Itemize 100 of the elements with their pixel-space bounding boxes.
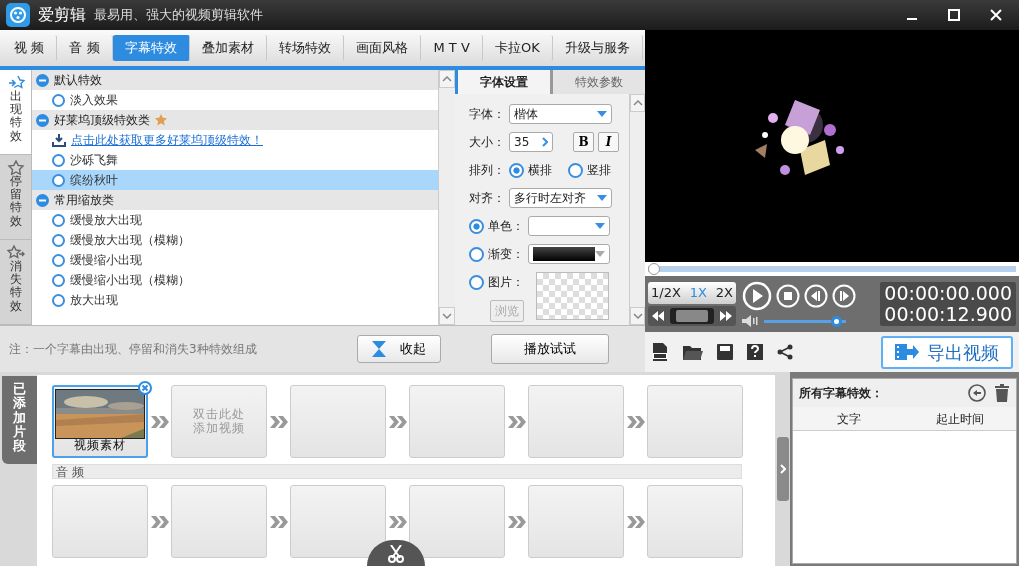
hourglass-icon (372, 341, 386, 357)
effect-option[interactable]: 放大出现 (32, 290, 438, 310)
tab[interactable]: 卡拉OK (482, 35, 553, 61)
group-header[interactable]: 好莱坞顶级特效类 (32, 110, 438, 130)
effect-option[interactable]: 缤纷秋叶 (32, 170, 438, 190)
empty-clip-slot[interactable] (647, 485, 743, 558)
tab[interactable]: 视 频 (2, 35, 58, 61)
download-link[interactable]: 点击此处获取更多好莱坞顶级特效！ (71, 131, 263, 149)
effect-option[interactable]: 缓慢缩小出现（模糊） (32, 270, 438, 290)
empty-clip-slot[interactable] (171, 485, 267, 558)
maximize-icon[interactable] (947, 8, 961, 22)
font-dropdown[interactable]: 楷体 (509, 104, 612, 124)
expand-panel-handle[interactable] (776, 437, 789, 501)
chevron-arrow-icon (388, 415, 407, 428)
back-icon[interactable] (968, 384, 986, 402)
volume-handle[interactable] (831, 315, 843, 327)
field-label: 字体： (469, 106, 505, 123)
remove-icon[interactable] (138, 381, 152, 395)
download-icon[interactable] (52, 133, 66, 147)
next-frame-icon[interactable] (832, 284, 856, 308)
field-label: 对齐： (469, 190, 505, 207)
collapse-icon[interactable] (36, 193, 49, 207)
gradient-dropdown[interactable] (528, 244, 610, 264)
italic-button[interactable]: I (598, 132, 619, 152)
previous-frame-icon[interactable] (804, 284, 828, 308)
chevron-arrow-icon (150, 415, 169, 428)
collapse-button[interactable]: 收起 (357, 335, 441, 363)
radio-button[interactable] (509, 162, 524, 178)
radio-label: 渐变： (488, 246, 524, 263)
play-preview-button[interactable]: 播放试试 (491, 334, 609, 364)
tab[interactable]: 音 频 (57, 35, 113, 61)
chevron-arrow-icon (269, 415, 288, 428)
radio-button[interactable] (568, 162, 583, 178)
color-dropdown[interactable] (528, 216, 610, 236)
dropdown-caret-icon (597, 111, 607, 117)
scroll-down-icon[interactable] (632, 313, 643, 319)
empty-clip-slot[interactable] (647, 385, 743, 458)
group-header[interactable]: 常用缩放类 (32, 190, 438, 210)
radio-label: 图片： (488, 274, 524, 291)
save-icon[interactable] (717, 344, 733, 360)
effect-option[interactable]: 缓慢缩小出现 (32, 250, 438, 270)
collapse-icon[interactable] (36, 73, 49, 87)
settings-tab[interactable]: 字体设置 (455, 70, 550, 94)
stop-icon[interactable] (776, 284, 800, 308)
empty-clip-slot[interactable] (409, 485, 505, 558)
field-label: 大小： (469, 134, 505, 151)
effect-option[interactable]: 淡入效果 (32, 90, 438, 110)
speed-option[interactable]: 1/2X (651, 282, 681, 304)
empty-clip-slot[interactable] (290, 485, 386, 558)
help-icon[interactable] (747, 344, 763, 360)
clips-tab[interactable]: 已添加片段 (2, 376, 37, 464)
progress-track[interactable] (648, 263, 1016, 275)
empty-clip-slot[interactable] (52, 485, 148, 558)
column-header[interactable]: 起止时间 (904, 409, 1016, 428)
empty-clip-slot[interactable] (528, 485, 624, 558)
new-file-icon[interactable] (651, 343, 669, 361)
tab[interactable]: 字幕特效 (112, 35, 190, 61)
empty-clip-slot[interactable] (528, 385, 624, 458)
column-header[interactable]: 文字 (793, 409, 905, 428)
effect-option[interactable]: 沙砾飞舞 (32, 150, 438, 170)
settings-tab[interactable]: 特效参数 (550, 70, 645, 94)
note-text: 注：一个字幕由出现、停留和消失3种特效组成 (9, 341, 257, 358)
folder-icon[interactable] (683, 344, 703, 360)
tab[interactable]: 画面风格 (344, 35, 422, 61)
rewind-icon[interactable] (652, 310, 664, 321)
close-icon[interactable] (989, 8, 1003, 22)
star-icon (6, 244, 25, 260)
size-field[interactable]: 35 (509, 132, 553, 152)
app-subtitle: 最易用、强大的视频剪辑软件 (94, 6, 263, 25)
jog-wheel-icon[interactable] (670, 307, 714, 324)
scroll-down-icon[interactable] (442, 313, 452, 319)
trash-icon[interactable] (994, 384, 1010, 402)
group-header[interactable]: 默认特效 (32, 70, 438, 90)
effect-option[interactable]: 缓慢放大出现（模糊） (32, 230, 438, 250)
radio-button[interactable] (469, 274, 484, 290)
export-video-button[interactable]: 导出视频 (881, 335, 1013, 369)
effect-type-tab[interactable]: 出现特效 (0, 70, 31, 155)
scroll-up-icon[interactable] (442, 76, 452, 82)
tab[interactable]: 升级与服务 (552, 35, 644, 61)
tab[interactable]: 转场特效 (267, 35, 345, 61)
effect-option[interactable]: 缓慢放大出现 (32, 210, 438, 230)
align-dropdown[interactable]: 多行时左对齐 (509, 188, 612, 208)
speed-option[interactable]: 2X (715, 282, 733, 304)
radio-button[interactable] (469, 218, 484, 234)
volume-icon[interactable] (742, 315, 758, 327)
bold-button[interactable]: B (573, 132, 594, 152)
fast-forward-icon[interactable] (720, 310, 732, 321)
play-icon[interactable] (742, 281, 772, 311)
tab[interactable]: 叠加素材 (189, 35, 268, 61)
current-time: 00:00:00.000 (884, 283, 1012, 304)
progress-handle[interactable] (648, 263, 660, 275)
empty-clip-slot[interactable] (290, 385, 386, 458)
empty-clip-slot[interactable] (409, 385, 505, 458)
radio-button[interactable] (469, 246, 484, 262)
tab[interactable]: M T V (421, 35, 483, 61)
star-icon (6, 74, 25, 90)
collapse-icon[interactable] (36, 113, 49, 127)
scroll-up-icon[interactable] (632, 100, 643, 106)
panel-title: 所有字幕特效： (799, 385, 884, 402)
share-icon[interactable] (777, 344, 793, 360)
